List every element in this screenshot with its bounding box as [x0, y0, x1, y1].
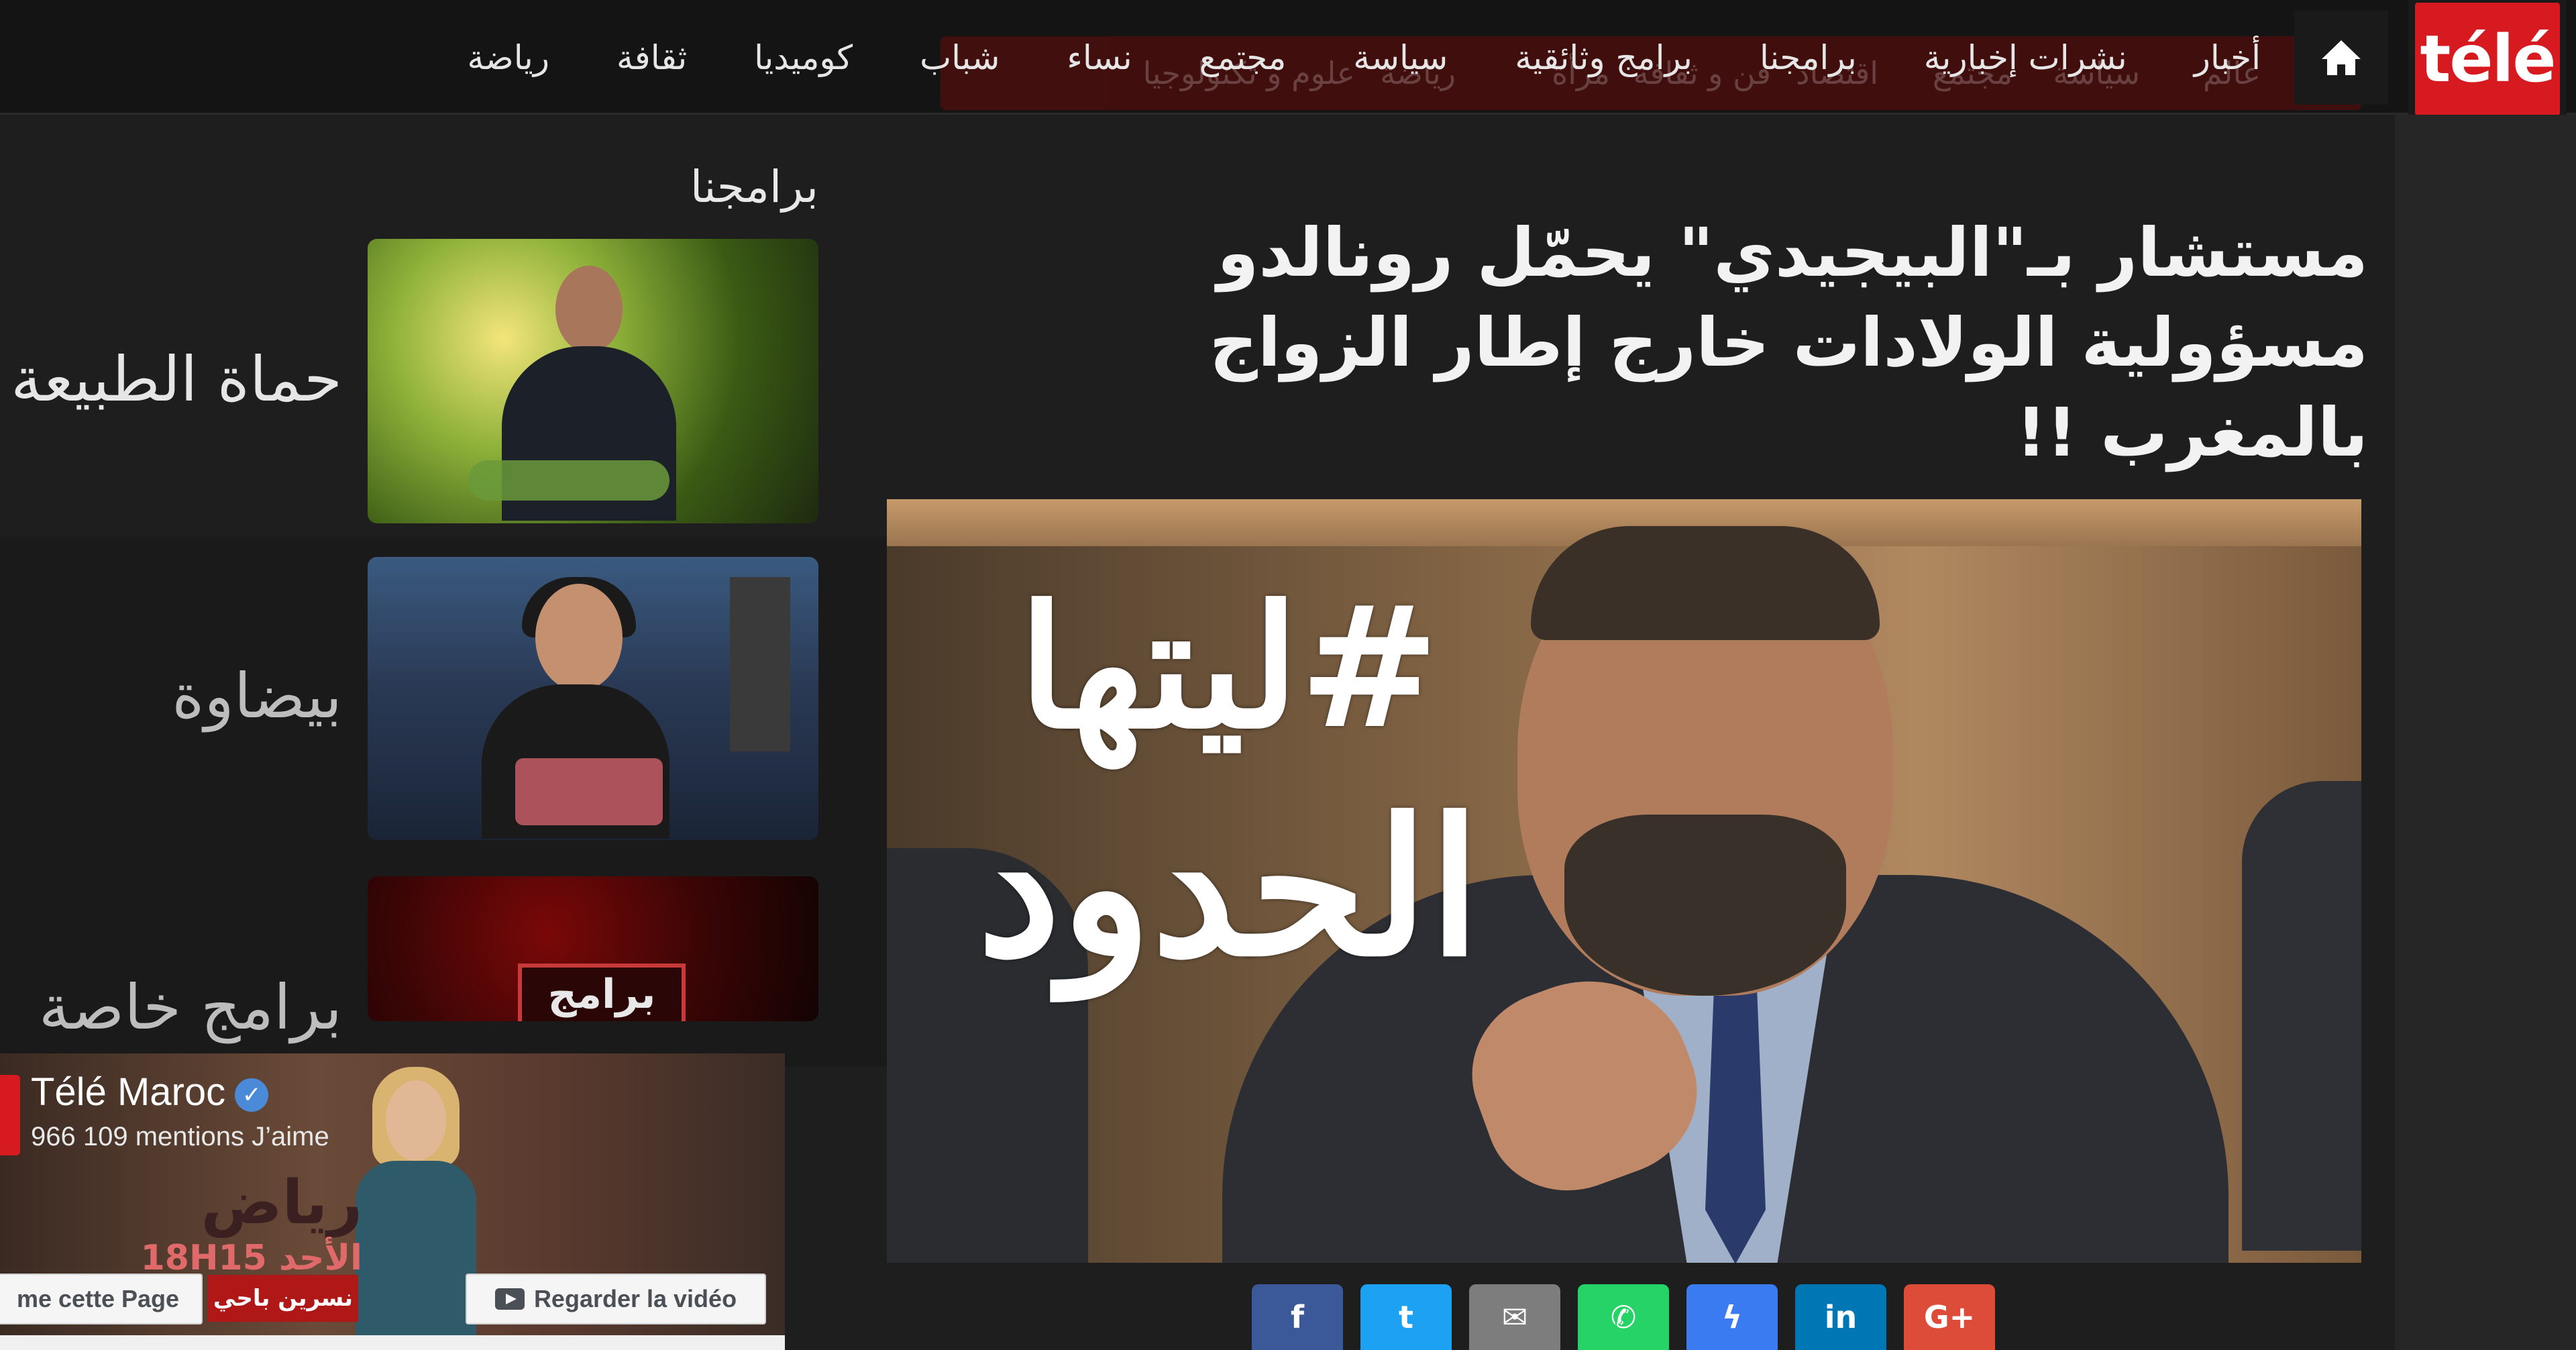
nav-item-3[interactable]: برامجنا [1760, 38, 1857, 77]
program-label-3[interactable]: برامج خاصة [39, 972, 342, 1043]
fb-like-page-label: me cette Page [16, 1285, 180, 1312]
program-label-1[interactable]: حماة الطبيعة [11, 344, 342, 415]
nav-item-11[interactable]: رياضة [467, 38, 549, 77]
program-logo: برامج [518, 964, 686, 1021]
facebook-icon: f [1290, 1299, 1304, 1335]
nav-item-4[interactable]: برامج وثائقية [1515, 38, 1693, 77]
linkedin-icon: in [1824, 1299, 1858, 1335]
logo-badge: télé [2415, 3, 2560, 115]
fb-watch-video-button[interactable]: Regarder la vidéo [466, 1274, 766, 1325]
program-thumbnail-2[interactable] [368, 557, 818, 840]
fb-like-count: 966 109 mentions J’aime [31, 1122, 329, 1151]
google-plus-share-button[interactable]: G+ [1904, 1284, 1995, 1350]
whatsapp-share-button[interactable]: ✆ [1578, 1284, 1669, 1350]
hashtag-line-2: الحدود [977, 778, 1481, 998]
nav-item-6[interactable]: مجتمع [1199, 38, 1287, 77]
page-avatar[interactable] [0, 1075, 20, 1155]
nav-item-8[interactable]: شباب [920, 38, 1000, 77]
nav-item-5[interactable]: سياسة [1353, 38, 1448, 77]
promo-host-strip: نسرين باحي [208, 1275, 358, 1322]
article-hero-image[interactable]: #ليتها الحدود [887, 499, 2361, 1263]
nav-item-2[interactable]: نشرات إخبارية [1924, 38, 2127, 77]
fb-like-page-button[interactable]: me cette Page [0, 1274, 203, 1325]
promo-time: الأحد 18H15 [140, 1238, 362, 1278]
play-icon [494, 1288, 525, 1310]
verified-icon: ✓ [235, 1078, 269, 1112]
nav-item-1[interactable]: أخبار [2194, 38, 2261, 77]
fb-page-name-text[interactable]: Télé Maroc [31, 1070, 225, 1114]
program-logo [468, 460, 669, 501]
nav-item-10[interactable]: ثقافة [616, 38, 687, 77]
home-button[interactable] [2294, 10, 2388, 105]
twitter-share-button[interactable]: t [1360, 1284, 1452, 1350]
logo-text: télé [2420, 21, 2556, 97]
bystander-right [2242, 781, 2361, 1251]
email-icon: ✉ [1501, 1299, 1528, 1335]
google-plus-icon: G+ [1923, 1299, 1976, 1335]
messenger-share-button[interactable]: ϟ [1686, 1284, 1778, 1350]
top-navigation-bar: الـعالمسياسةمجتمعاقتصادفن و ثقافةمرأةريا… [0, 0, 2576, 157]
article-title-line-3: بالمغرب !! [2016, 393, 2368, 472]
email-share-button[interactable]: ✉ [1469, 1284, 1560, 1350]
sidebar-header: برامجنا [690, 161, 818, 213]
whatsapp-icon: ✆ [1610, 1299, 1637, 1335]
nav-item-7[interactable]: نساء [1067, 38, 1132, 77]
facebook-share-button[interactable]: f [1252, 1284, 1343, 1350]
twitter-icon: t [1399, 1299, 1413, 1335]
hashtag-overlay: #ليتها الحدود [927, 560, 1531, 1002]
hashtag-line-1: #ليتها [1018, 568, 1440, 766]
linkedin-share-button[interactable]: in [1795, 1284, 1886, 1350]
right-rail [2395, 115, 2576, 1350]
article-title: مستشار بـ"البيجيدي" يحمّل رونالدو مسؤولي… [1140, 208, 2368, 478]
messenger-icon: ϟ [1721, 1299, 1743, 1335]
share-bar: f t ✉ ✆ ϟ in G+ [1252, 1284, 2012, 1350]
program-thumbnail-3[interactable]: برامج [368, 876, 818, 1021]
fb-watch-video-label: Regarder la vidéo [533, 1285, 737, 1312]
fb-page-name[interactable]: Télé Maroc ✓ [31, 1070, 269, 1114]
article-title-line-2: مسؤولية الولادات خارج إطار الزواج [1209, 303, 2368, 382]
main-nav: أخبار نشرات إخبارية برامجنا برامج وثائقية سي… [400, 0, 2388, 115]
cover-presenter [349, 1053, 483, 1350]
home-icon [2322, 40, 2361, 75]
program-thumbnail-1[interactable] [368, 239, 818, 523]
nav-item-9[interactable]: كوميديا [754, 38, 853, 77]
program-logo [515, 758, 663, 825]
city-tower [730, 577, 790, 751]
program-label-2[interactable]: بيضاوة [172, 660, 342, 732]
promo-title: رياض [201, 1167, 362, 1238]
article-title-line-1: مستشار بـ"البيجيدي" يحمّل رونالدو [1217, 213, 2368, 292]
